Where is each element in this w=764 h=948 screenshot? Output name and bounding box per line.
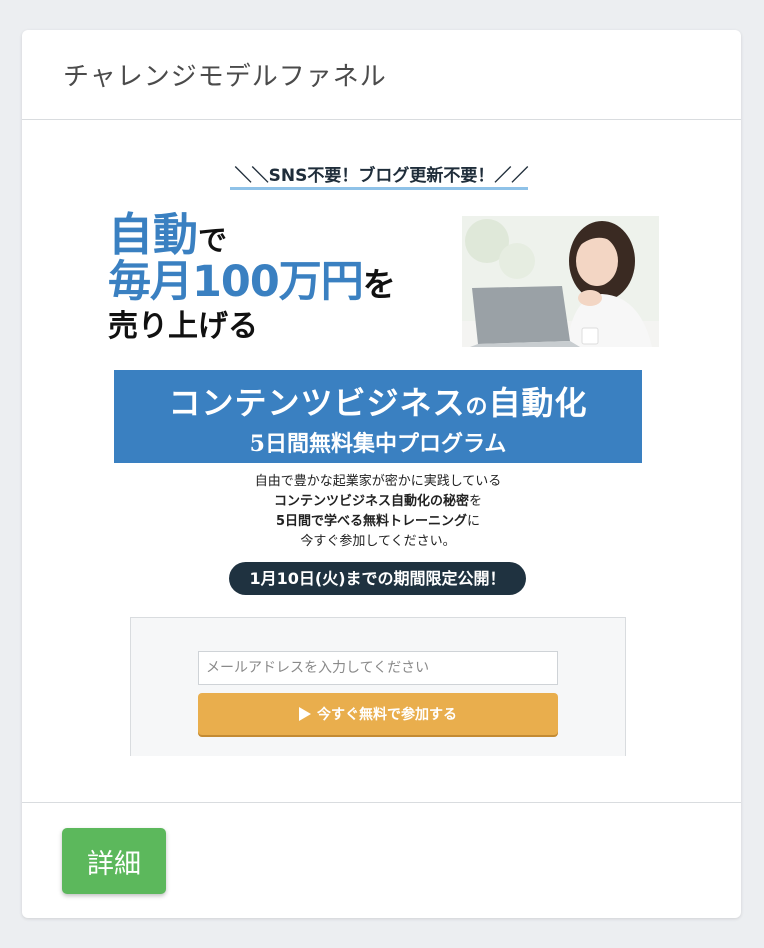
hero-line2-main: 毎月100万円 xyxy=(108,257,364,307)
tagline: ＼＼SNS不要！ブログ更新不要！／／ xyxy=(234,166,529,186)
card-preview: ＼＼SNS不要！ブログ更新不要！／／ 自動で 毎月100万円を 売り上げる コン… xyxy=(22,120,741,802)
banner-line1-c: 自動化 xyxy=(488,384,588,422)
join-free-button[interactable]: 今すぐ無料で参加する xyxy=(198,693,558,735)
hero-line1-suffix: で xyxy=(198,223,228,257)
hero-line2-suffix: を xyxy=(362,265,396,304)
card-header: チャレンジモデルファネル xyxy=(22,30,741,120)
card-footer: 詳細 xyxy=(22,802,741,918)
desc-line2-bold: コンテンツビジネス自動化の秘密 xyxy=(273,494,469,509)
tagline-underline xyxy=(230,187,528,190)
program-banner: コンテンツビジネスの自動化 5日間無料集中プログラム xyxy=(114,370,642,463)
funnel-card: チャレンジモデルファネル ＼＼SNS不要！ブログ更新不要！／／ 自動で 毎月10… xyxy=(22,30,741,918)
banner-line2: 5日間無料集中プログラム xyxy=(249,431,507,457)
desc-line1: 自由で豊かな起業家が密かに実践している xyxy=(254,474,502,489)
card-title: チャレンジモデルファネル xyxy=(63,62,387,92)
banner-line1-a: コンテンツビジネス xyxy=(168,384,466,422)
deadline-badge: 1月10日(火)までの期間限定公開！ xyxy=(229,562,526,595)
hero-headline: 自動で 毎月100万円を 売り上げる xyxy=(108,212,396,344)
hero-line3: 売り上げる xyxy=(108,309,258,344)
detail-button[interactable]: 詳細 xyxy=(62,828,166,894)
hero-line1-main: 自動 xyxy=(108,208,199,261)
desc-line3-bold: 5日間で学べる無料トレーニング xyxy=(275,514,468,529)
desc-line4: 今すぐ参加してください。 xyxy=(300,534,456,549)
landing-page-preview[interactable]: ＼＼SNS不要！ブログ更新不要！／／ 自動で 毎月100万円を 売り上げる コン… xyxy=(22,120,741,802)
hero-photo-woman-laptop xyxy=(462,216,659,347)
banner-line1-b: の xyxy=(465,395,489,420)
email-input[interactable] xyxy=(198,651,558,685)
join-free-button-label: 今すぐ無料で参加する xyxy=(317,707,457,723)
play-icon xyxy=(299,707,311,721)
optin-form: 今すぐ無料で参加する xyxy=(130,617,626,756)
desc-line2-tail: を xyxy=(469,494,483,509)
program-description: 自由で豊かな起業家が密かに実践している コンテンツビジネス自動化の秘密を 5日間… xyxy=(22,472,734,552)
desc-line3-tail: に xyxy=(467,514,481,529)
